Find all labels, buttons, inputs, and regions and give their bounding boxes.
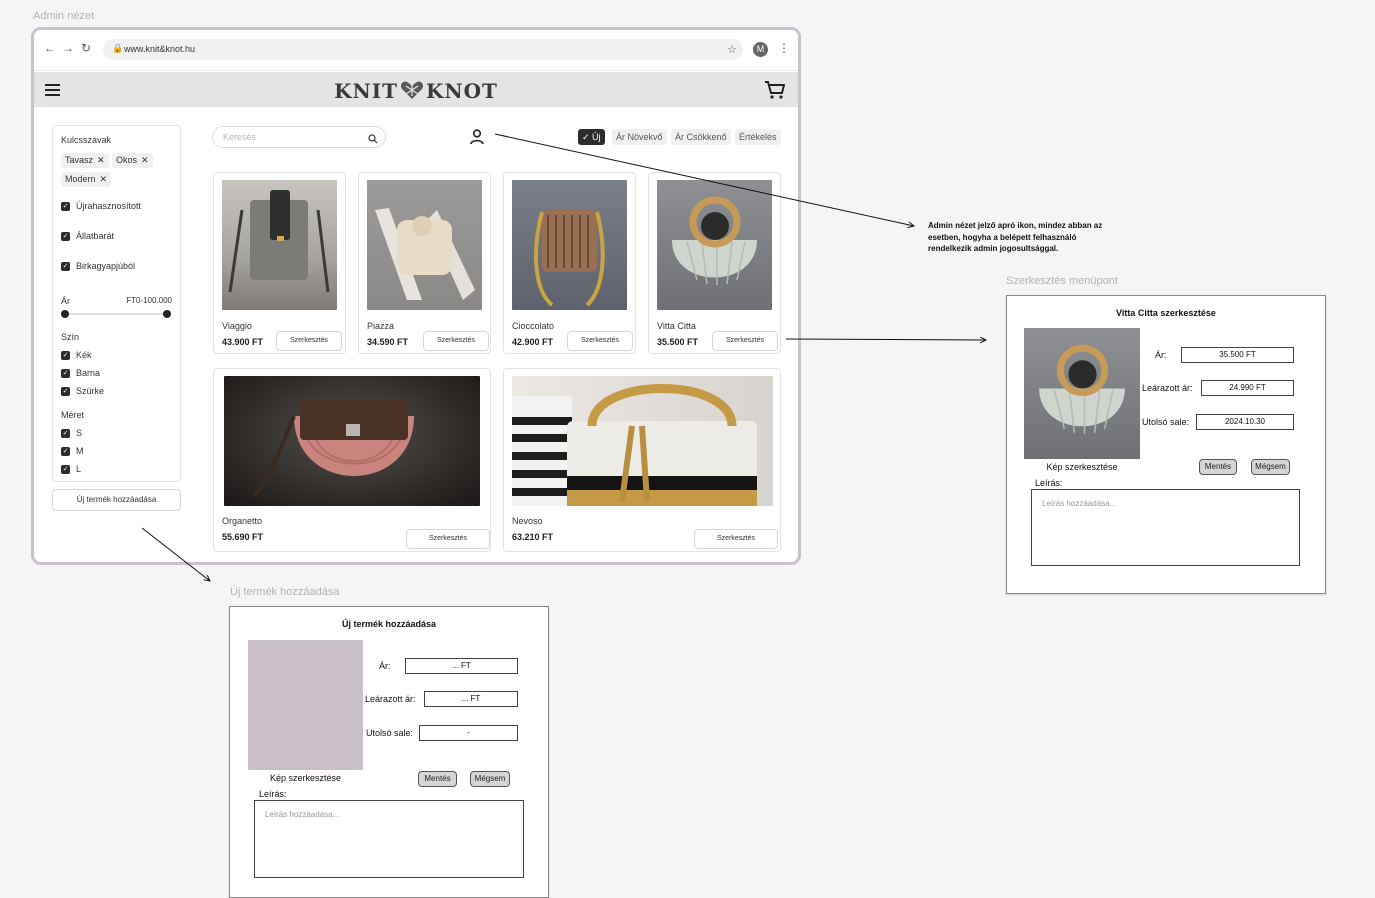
image-placeholder[interactable] — [248, 640, 363, 770]
save-button[interactable]: Mentés — [1199, 459, 1237, 475]
new-panel-title: Új termék hozzáadása — [341, 619, 437, 629]
description-label: Leírás: — [1035, 478, 1063, 488]
description-placeholder: Leírás hozzáadása... — [265, 810, 340, 819]
discount-label: Leárazott ár: — [365, 694, 416, 704]
price-label: Ár: — [379, 661, 391, 671]
save-button[interactable]: Mentés — [418, 771, 457, 787]
edit-product-panel: Vitta Citta szerkesztése Kép szerkesztés… — [1006, 295, 1326, 594]
discount-field[interactable]: ... FT — [424, 691, 518, 707]
description-label: Leírás: — [259, 789, 287, 799]
discount-label: Leárazott ár: — [1142, 383, 1193, 393]
last-sale-label: Utolsó sale: — [1142, 417, 1190, 427]
cancel-button[interactable]: Mégsem — [470, 771, 510, 787]
new-product-panel: Új termék hozzáadása Kép szerkesztése Ár… — [229, 606, 549, 898]
last-sale-field[interactable]: 2024.10.30 — [1196, 414, 1294, 430]
arrow-admin-icon — [494, 133, 914, 226]
description-placeholder: Leírás hozzáadása... — [1042, 499, 1117, 508]
description-textarea[interactable]: Leírás hozzáadása... — [254, 800, 524, 878]
product-image[interactable] — [1024, 328, 1140, 459]
price-label: Ár: — [1155, 350, 1167, 360]
edit-image-link[interactable]: Kép szerkesztése — [248, 773, 363, 783]
discount-field[interactable]: 24.990 FT — [1201, 380, 1294, 396]
arrow-new-product — [141, 527, 210, 581]
description-textarea[interactable]: Leírás hozzáadása... — [1031, 489, 1300, 566]
arrow-edit-panel — [785, 339, 986, 340]
last-sale-field[interactable]: - — [419, 725, 518, 741]
edit-image-link[interactable]: Kép szerkesztése — [1024, 462, 1140, 472]
cancel-button[interactable]: Mégsem — [1251, 459, 1290, 475]
edit-panel-title: Vitta Citta szerkesztése — [1116, 308, 1216, 318]
price-field[interactable]: ... FT — [405, 658, 518, 674]
price-field[interactable]: 35.500 FT — [1181, 347, 1294, 363]
last-sale-label: Utolsó sale: — [366, 728, 414, 738]
admin-annotation: Admin nézet jelző apró ikon, mindez abba… — [928, 221, 1103, 253]
